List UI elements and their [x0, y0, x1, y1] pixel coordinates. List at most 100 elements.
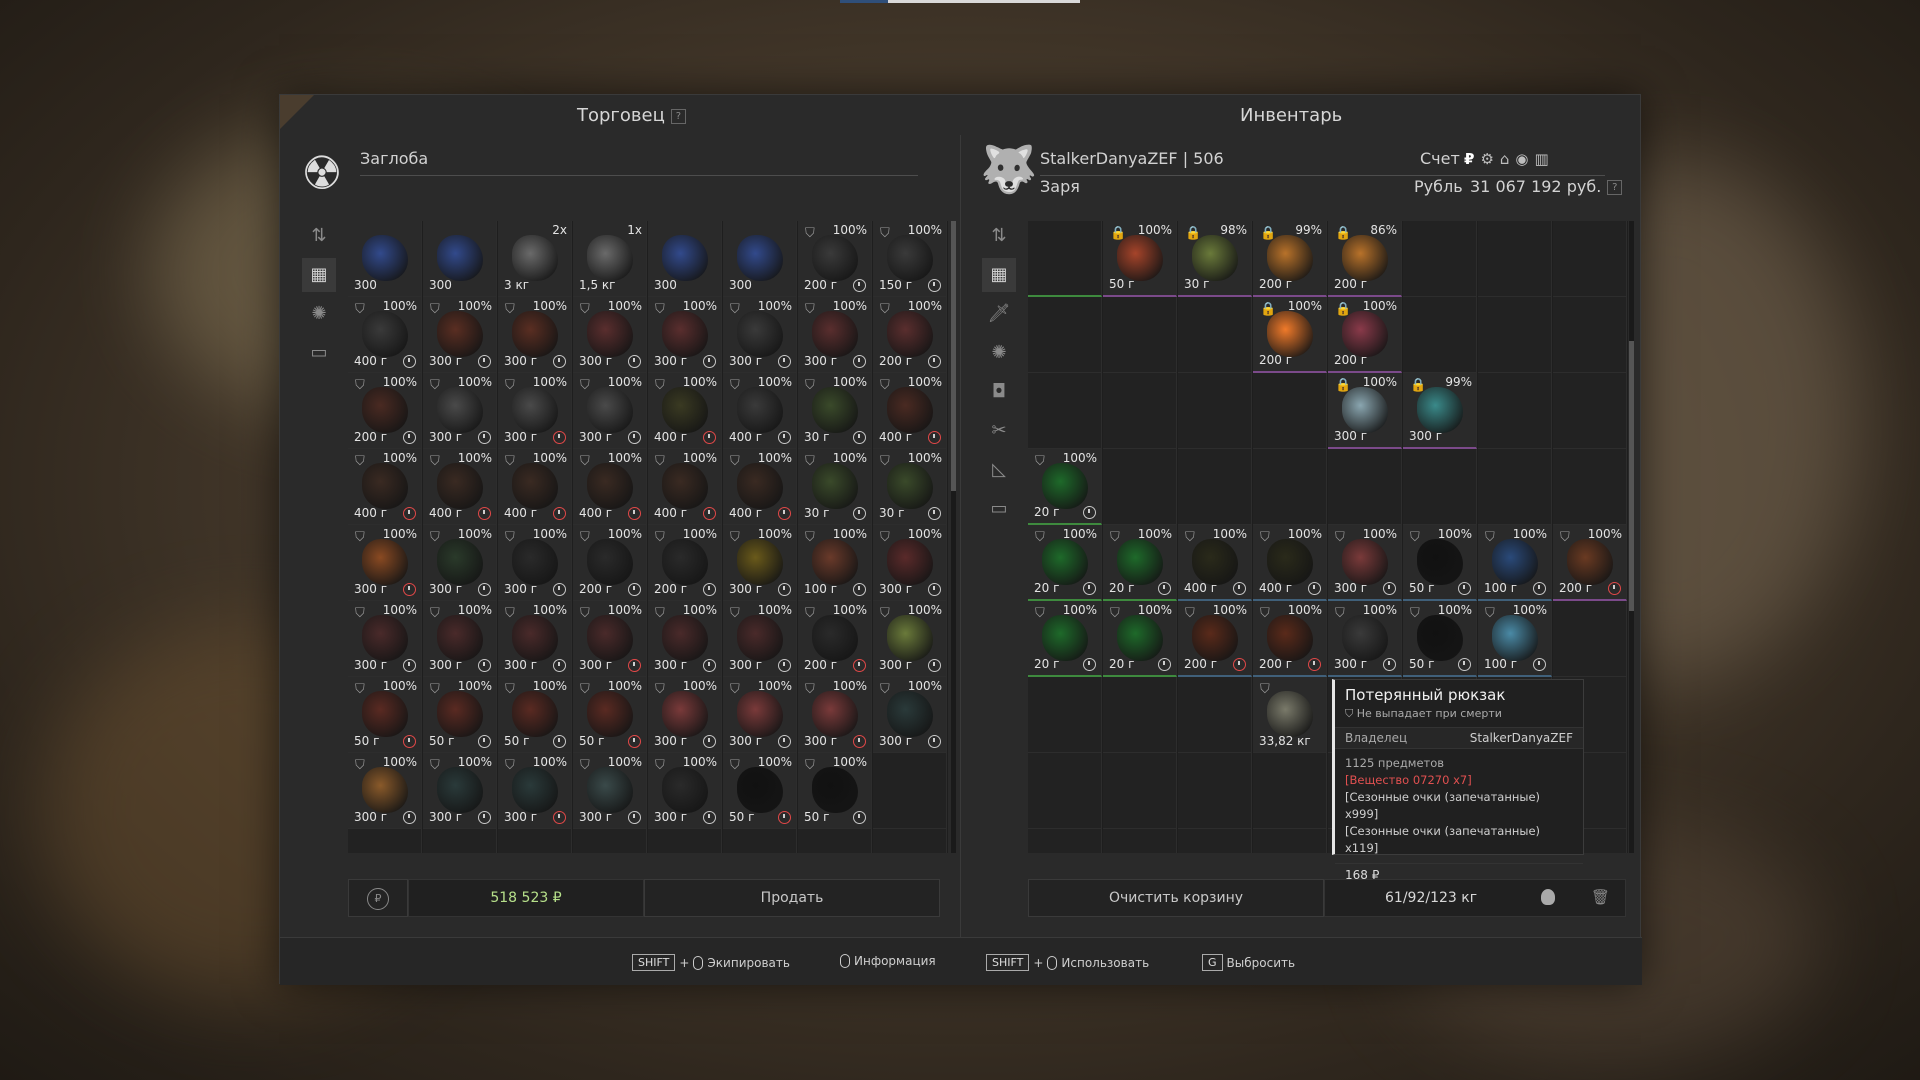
inventory-slot[interactable]: ⛉ 100% 20 г	[1028, 601, 1102, 677]
trader-slot[interactable]: ⛉ 100% 400 г	[423, 449, 497, 525]
trader-slot[interactable]: ⛉ 100% 200 г	[798, 221, 872, 297]
trader-slot[interactable]: ⛉ 100% 300 г	[573, 753, 647, 829]
trader-slot[interactable]: ⛉ 100% 300 г	[873, 677, 947, 753]
sort-icon[interactable]: ⇅	[982, 219, 1016, 253]
trader-slot[interactable]: ⛉ 100% 300 г	[423, 373, 497, 449]
trader-slot[interactable]	[423, 829, 497, 853]
trader-slot[interactable]	[573, 829, 647, 853]
trader-slot[interactable]: ⛉ 100% 300 г	[873, 601, 947, 677]
trader-slot[interactable]: ⛉ 100% 400 г	[348, 449, 422, 525]
trader-slot[interactable]: ⛉ 100% 300 г	[873, 525, 947, 601]
inventory-slot[interactable]	[1553, 601, 1627, 677]
trader-slot[interactable]: ⛉ 100% 300 г	[573, 601, 647, 677]
trader-currency-button[interactable]: ₽	[348, 879, 408, 917]
trash-icon[interactable]: 🗑	[1591, 888, 1610, 906]
inventory-slot[interactable]	[1403, 449, 1477, 525]
inventory-slot[interactable]	[1103, 297, 1177, 373]
box-icon[interactable]: ▭	[982, 492, 1016, 526]
chart-icon[interactable]: ◺	[982, 453, 1016, 487]
inventory-slot[interactable]	[1553, 221, 1627, 297]
inventory-slot[interactable]	[1028, 753, 1102, 829]
trader-slot[interactable]: ⛉ 100% 300 г	[498, 373, 572, 449]
trader-slot[interactable]: 300	[723, 221, 797, 297]
inventory-slot[interactable]: ⛉ 100% 300 г	[1328, 601, 1402, 677]
inventory-slot[interactable]	[1028, 373, 1102, 449]
grid-icon[interactable]: ▦	[302, 258, 336, 292]
trader-slot[interactable]: ⛉ 100% 300 г	[648, 601, 722, 677]
inventory-slot[interactable]: ⛉ 100% 400 г	[1253, 525, 1327, 601]
trader-slot[interactable]: ⛉ 100% 400 г	[648, 373, 722, 449]
trader-slot[interactable]: ⛉ 100% 200 г	[798, 601, 872, 677]
trader-slot[interactable]: ⛉ 100% 200 г	[348, 373, 422, 449]
trader-slot[interactable]: ⛉ 100% 300 г	[498, 601, 572, 677]
inventory-slot[interactable]: 🔒 100% 200 г	[1253, 297, 1327, 373]
inventory-slot[interactable]: 🔒 99% 200 г	[1253, 221, 1327, 297]
trader-slot[interactable]: ⛉ 100% 30 г	[798, 373, 872, 449]
trader-slot[interactable]: ⛉ 100% 50 г	[573, 677, 647, 753]
trader-slot[interactable]	[498, 829, 572, 853]
inventory-slot[interactable]	[1403, 297, 1477, 373]
box-icon[interactable]: ▭	[302, 336, 336, 370]
trader-slot[interactable]: ⛉ 100% 300 г	[498, 753, 572, 829]
inventory-slot[interactable]: ⛉ 100% 100 г	[1478, 525, 1552, 601]
trader-slot[interactable]	[873, 829, 947, 853]
inventory-slot[interactable]	[1553, 449, 1627, 525]
inventory-slot[interactable]: ⛉ 100% 20 г	[1103, 601, 1177, 677]
sell-button[interactable]: Продать	[644, 879, 940, 917]
inventory-slot[interactable]: ⛉ 33,82 кг	[1253, 677, 1327, 753]
bars-icon[interactable]: ▥	[1535, 150, 1549, 168]
inventory-slot[interactable]	[1478, 373, 1552, 449]
inventory-slot[interactable]: ⛉ 100% 100 г	[1478, 601, 1552, 677]
trader-slot[interactable]	[648, 829, 722, 853]
trader-slot[interactable]: 2x 3 кг	[498, 221, 572, 297]
inventory-slot[interactable]	[1478, 297, 1552, 373]
inventory-slot[interactable]	[1253, 753, 1327, 829]
trader-slot[interactable]: ⛉ 100% 50 г	[423, 677, 497, 753]
trader-slot[interactable]: ⛉ 100% 400 г	[873, 373, 947, 449]
trader-slot[interactable]: ⛉ 100% 300 г	[348, 753, 422, 829]
inventory-slot[interactable]	[1553, 373, 1627, 449]
trader-slot[interactable]	[348, 829, 422, 853]
inventory-slot[interactable]	[1028, 677, 1102, 753]
knife-icon[interactable]: 🗡	[982, 297, 1016, 331]
inventory-slot[interactable]	[1328, 449, 1402, 525]
inventory-slot[interactable]: ⛉ 100% 20 г	[1103, 525, 1177, 601]
gear-icon[interactable]: ⚙	[1480, 150, 1493, 168]
trader-slot[interactable]: ⛉ 100% 400 г	[648, 449, 722, 525]
trader-slot[interactable]: ⛉ 100% 300 г	[648, 753, 722, 829]
trader-slot[interactable]	[798, 829, 872, 853]
trader-slot[interactable]: ⛉ 100% 30 г	[873, 449, 947, 525]
boot-icon[interactable]: ⌂	[1500, 150, 1510, 168]
trader-slot[interactable]: ⛉ 100% 400 г	[348, 297, 422, 373]
inventory-slot[interactable]: ⛉ 100% 20 г	[1028, 525, 1102, 601]
inventory-slot[interactable]	[1553, 297, 1627, 373]
inventory-scrollbar[interactable]	[1629, 221, 1634, 853]
inventory-slot[interactable]	[1103, 449, 1177, 525]
inventory-slot[interactable]	[1178, 449, 1252, 525]
inventory-slot[interactable]: ⛉ 100% 200 г	[1253, 601, 1327, 677]
trader-slot[interactable]: ⛉ 100% 400 г	[723, 373, 797, 449]
inventory-slot[interactable]	[1253, 449, 1327, 525]
inventory-slot[interactable]	[1403, 221, 1477, 297]
inventory-slot[interactable]	[1028, 221, 1102, 297]
inventory-slot[interactable]: 🔒 100% 300 г	[1328, 373, 1402, 449]
inventory-slot[interactable]	[1178, 829, 1252, 853]
inventory-slot[interactable]: ⛉ 100% 200 г	[1178, 601, 1252, 677]
inventory-slot[interactable]: 🔒 99% 300 г	[1403, 373, 1477, 449]
inventory-slot[interactable]: ⛉ 100% 50 г	[1403, 601, 1477, 677]
inventory-slot[interactable]	[1178, 297, 1252, 373]
trader-slot[interactable]: ⛉ 100% 300 г	[573, 297, 647, 373]
inventory-slot[interactable]: ⛉ 100% 20 г	[1028, 449, 1102, 525]
trader-slot[interactable]: ⛉ 100% 200 г	[648, 525, 722, 601]
trader-slot[interactable]: ⛉ 100% 300 г	[498, 525, 572, 601]
artifact-icon[interactable]: ✺	[982, 336, 1016, 370]
inventory-slot[interactable]: ⛉ 100% 50 г	[1403, 525, 1477, 601]
ruble-icon[interactable]: ₽	[1464, 150, 1474, 168]
trader-slot[interactable]: 300	[423, 221, 497, 297]
clear-cart-button[interactable]: Очистить корзину	[1028, 879, 1324, 917]
trader-slot[interactable]	[873, 753, 947, 829]
tools-icon[interactable]: ✂	[982, 414, 1016, 448]
grid-icon[interactable]: ▦	[982, 258, 1016, 292]
inventory-slot[interactable]: ⛉ 100% 200 г	[1553, 525, 1627, 601]
trader-slot[interactable]: ⛉ 100% 400 г	[498, 449, 572, 525]
